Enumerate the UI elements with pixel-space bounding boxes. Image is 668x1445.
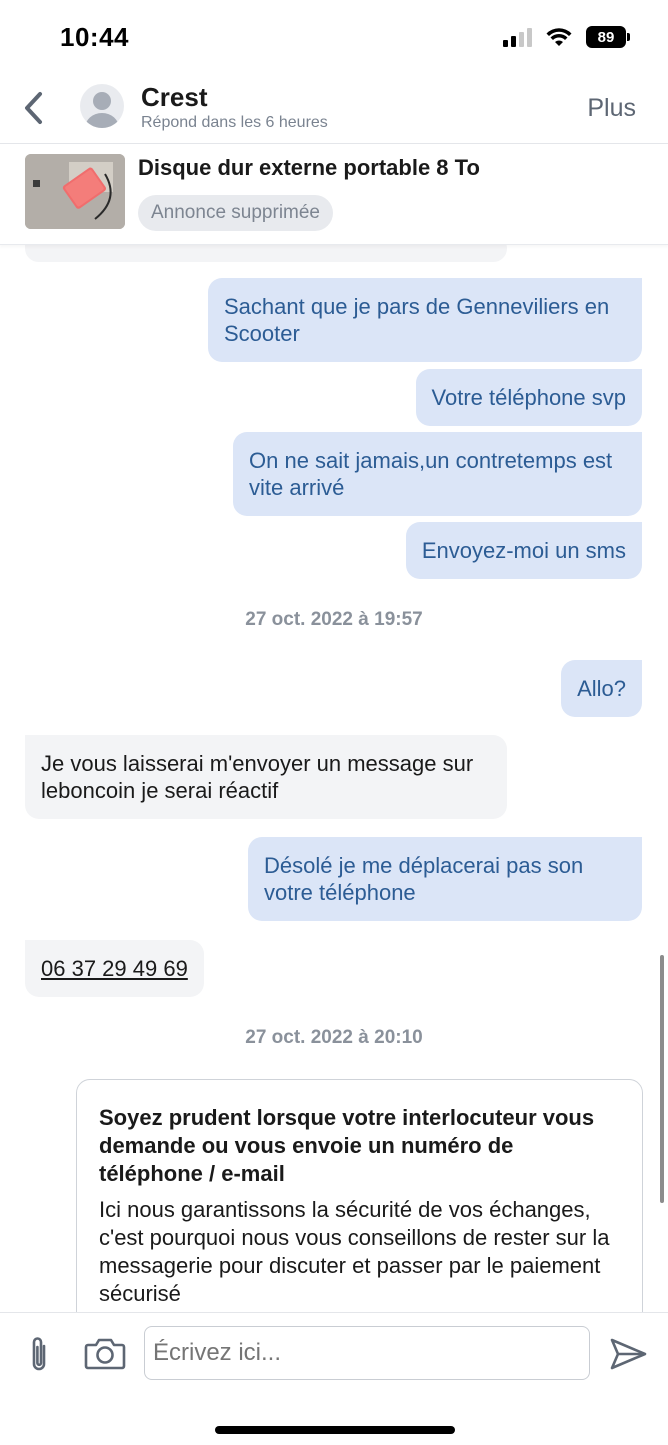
- ad-status-badge: Annonce supprimée: [138, 195, 333, 231]
- attach-button[interactable]: [22, 1333, 56, 1375]
- safety-warning-card: Soyez prudent lorsque votre interlocuteu…: [76, 1079, 643, 1312]
- message-bubble-outgoing[interactable]: Envoyez-moi un sms: [405, 522, 642, 579]
- conversation-header: Crest Répond dans les 6 heures Plus: [0, 76, 668, 144]
- more-button[interactable]: Plus: [587, 94, 636, 123]
- warning-title: Soyez prudent lorsque votre interlocuteu…: [99, 1105, 595, 1186]
- back-button[interactable]: [18, 90, 48, 126]
- warning-body: Ici nous garantissons la sécurité de vos…: [99, 1197, 610, 1306]
- message-bubble-outgoing[interactable]: Désolé je me déplacerai pas son votre té…: [248, 837, 642, 921]
- signal-icon: [503, 27, 532, 47]
- message-bubble-partial: [25, 245, 507, 262]
- message-composer: [0, 1312, 668, 1445]
- scrollbar[interactable]: [660, 955, 664, 1203]
- message-bubble-incoming[interactable]: Je vous laisserai m'envoyer un message s…: [25, 735, 507, 819]
- hard-drive-photo: [25, 154, 125, 229]
- camera-button[interactable]: [84, 1335, 126, 1371]
- phone-number-link[interactable]: 06 37 29 49 69: [41, 956, 188, 981]
- send-icon: [610, 1338, 647, 1370]
- send-button[interactable]: [606, 1335, 650, 1373]
- battery-icon: 89: [586, 26, 630, 48]
- contact-name[interactable]: Crest: [141, 82, 207, 113]
- status-icons: 89: [503, 26, 630, 48]
- message-bubble-outgoing[interactable]: Votre téléphone svp: [415, 369, 642, 426]
- camera-icon: [84, 1338, 126, 1370]
- home-indicator: [215, 1426, 455, 1434]
- date-separator: 27 oct. 2022 à 19:57: [245, 609, 423, 630]
- wifi-icon: [546, 28, 572, 46]
- paperclip-icon: [32, 1337, 46, 1371]
- message-bubble-incoming: 06 37 29 49 69: [25, 940, 204, 997]
- avatar[interactable]: [80, 84, 124, 128]
- message-bubble-outgoing[interactable]: On ne sait jamais,un contretemps est vit…: [233, 432, 642, 516]
- ad-banner[interactable]: Disque dur externe portable 8 To Annonce…: [0, 145, 668, 245]
- message-list[interactable]: Sachant que je pars de Genneviliers en S…: [0, 245, 668, 1312]
- ad-thumbnail: [25, 154, 125, 229]
- status-time: 10:44: [60, 22, 129, 52]
- back-chevron-icon: [25, 92, 42, 124]
- status-bar: 10:44 89: [0, 0, 668, 76]
- avatar-icon: [85, 92, 119, 128]
- message-input[interactable]: [144, 1326, 590, 1380]
- date-separator: 27 oct. 2022 à 20:10: [245, 1027, 423, 1048]
- message-bubble-outgoing[interactable]: Sachant que je pars de Genneviliers en S…: [208, 278, 642, 362]
- response-time: Répond dans les 6 heures: [141, 114, 328, 131]
- message-bubble-outgoing[interactable]: Allo?: [561, 660, 642, 717]
- ad-title: Disque dur externe portable 8 To: [138, 155, 480, 180]
